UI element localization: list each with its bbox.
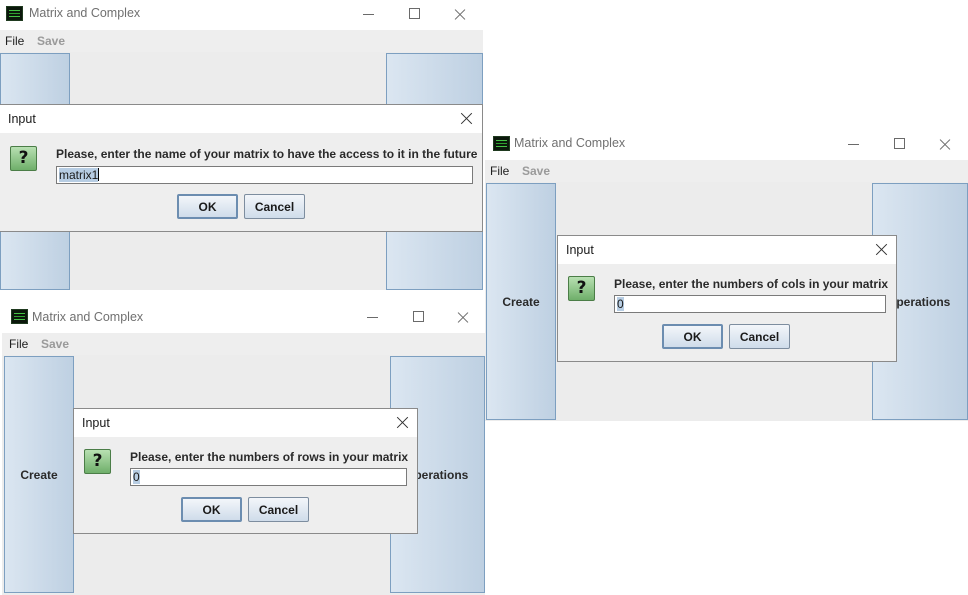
window-title: Matrix and Complex	[514, 136, 626, 150]
question-icon: ?	[10, 146, 37, 171]
maximize-icon[interactable]	[391, 0, 437, 30]
menu-file[interactable]: File	[9, 337, 28, 351]
dialog-title: Input	[82, 416, 110, 430]
window-title: Matrix and Complex	[32, 310, 144, 324]
minimize-icon[interactable]	[346, 0, 392, 30]
cancel-button[interactable]: Cancel	[729, 324, 790, 349]
dialog-message: Please, enter the numbers of rows in you…	[130, 450, 409, 464]
input-dialog-name: Input ? Please, enter the name of your m…	[0, 104, 483, 232]
dialog-title: Input	[566, 243, 594, 257]
cancel-button[interactable]: Cancel	[244, 194, 305, 219]
minimize-icon[interactable]	[350, 303, 396, 333]
maximize-icon[interactable]	[395, 303, 441, 333]
dialog-close-icon[interactable]	[387, 409, 417, 437]
ok-button[interactable]: OK	[662, 324, 723, 349]
matrix-name-input[interactable]: matrix1	[56, 166, 473, 184]
app-matrix-icon	[6, 6, 23, 21]
close-icon[interactable]	[437, 0, 483, 30]
menu-bar: File Save	[2, 333, 485, 355]
input-dialog-cols: Input ? Please, enter the numbers of col…	[557, 235, 897, 362]
menu-save[interactable]: Save	[37, 34, 65, 48]
ok-button[interactable]: OK	[177, 194, 238, 219]
create-button[interactable]: Create	[4, 356, 74, 593]
menu-save[interactable]: Save	[522, 164, 550, 178]
dialog-message: Please, enter the numbers of cols in you…	[614, 277, 889, 291]
menu-file[interactable]: File	[5, 34, 24, 48]
dialog-close-icon[interactable]	[866, 236, 896, 264]
window-titlebar[interactable]: Matrix and Complex	[0, 0, 483, 30]
question-icon: ?	[84, 449, 111, 474]
dialog-titlebar[interactable]: Input	[74, 409, 417, 437]
close-icon[interactable]	[440, 303, 485, 333]
app-matrix-icon	[11, 309, 28, 324]
dialog-message: Please, enter the name of your matrix to…	[56, 147, 478, 161]
window-titlebar[interactable]: Matrix and Complex	[485, 130, 968, 160]
dialog-title: Input	[8, 112, 36, 126]
text-caret	[98, 168, 100, 181]
ok-button[interactable]: OK	[181, 497, 242, 522]
menu-file[interactable]: File	[490, 164, 509, 178]
window-title: Matrix and Complex	[29, 6, 141, 20]
create-button[interactable]: Create	[486, 183, 556, 420]
create-button-label: Create	[502, 294, 540, 309]
dialog-titlebar[interactable]: Input	[0, 105, 482, 133]
maximize-icon[interactable]	[876, 130, 922, 160]
input-value: matrix1	[59, 168, 99, 182]
menu-bar: File Save	[0, 30, 483, 52]
window-titlebar[interactable]: Matrix and Complex	[2, 303, 485, 333]
cols-input[interactable]: 0	[614, 295, 886, 313]
question-icon: ?	[568, 276, 595, 301]
input-value: 0	[617, 297, 624, 311]
minimize-icon[interactable]	[831, 130, 877, 160]
menu-bar: File Save	[485, 160, 968, 182]
close-icon[interactable]	[922, 130, 968, 160]
input-value: 0	[133, 470, 140, 484]
menu-save[interactable]: Save	[41, 337, 69, 351]
app-matrix-icon	[493, 136, 510, 151]
rows-input[interactable]: 0	[130, 468, 407, 486]
dialog-close-icon[interactable]	[451, 105, 481, 133]
dialog-titlebar[interactable]: Input	[558, 236, 896, 264]
cancel-button[interactable]: Cancel	[248, 497, 309, 522]
create-button-label: Create	[20, 467, 58, 482]
input-dialog-rows: Input ? Please, enter the numbers of row…	[73, 408, 418, 534]
